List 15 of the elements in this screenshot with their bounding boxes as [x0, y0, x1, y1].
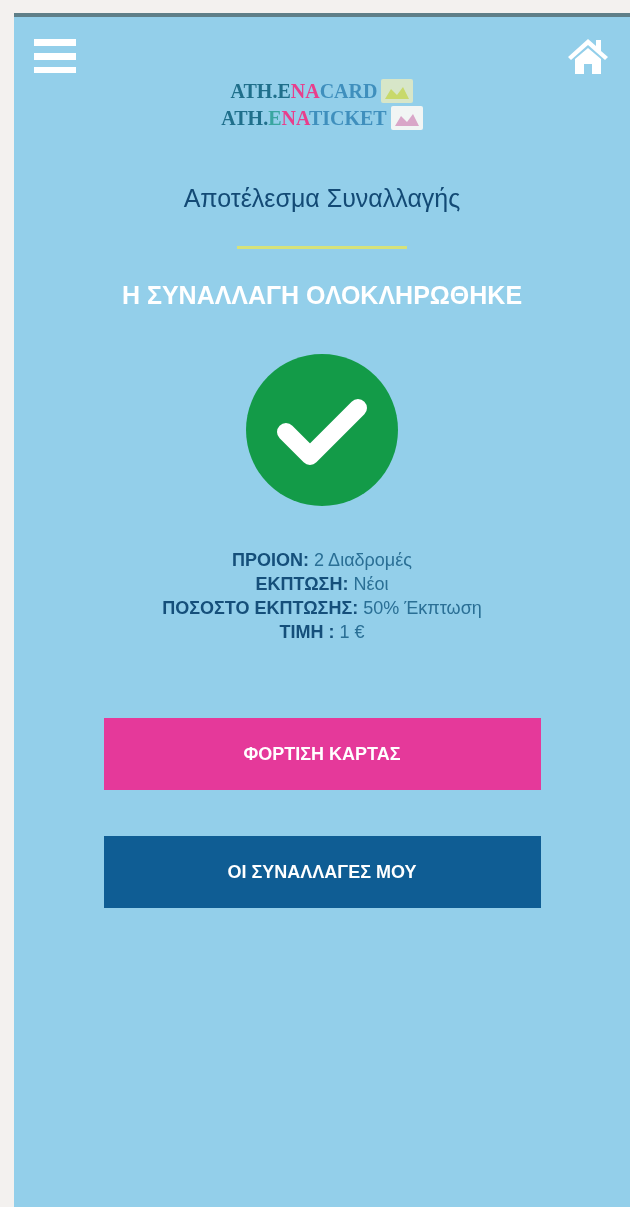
detail-line: ΕΚΠΤΩΣΗ: Νέοι	[255, 573, 389, 596]
home-icon[interactable]	[566, 37, 610, 75]
detail-line: ΠΟΣΟΣΤΟ ΕΚΠΤΩΣΗΣ: 50% Έκπτωση	[162, 597, 482, 620]
card-icon	[390, 106, 423, 130]
logo-text: ATH.ENACARD	[230, 80, 378, 102]
detail-line: ΠΡΟΙΟΝ: 2 Διαδρομές	[232, 549, 412, 572]
menu-icon[interactable]	[34, 37, 76, 73]
check-icon	[246, 354, 398, 506]
detail-line: ΤΙΜΗ : 1 €	[279, 621, 365, 644]
logo-text: ATH.ENATICKET	[221, 107, 387, 129]
action-button[interactable]: ΟΙ ΣΥΝΑΛΛΑΓΕΣ ΜΟΥ	[103, 836, 541, 908]
action-button[interactable]: ΦΟΡΤΙΣΗ ΚΑΡΤΑΣ	[103, 718, 541, 790]
card-icon	[381, 79, 414, 103]
page-title: Αποτέλεσμα Συναλλαγής	[183, 183, 461, 214]
status-heading: Η ΣΥΝΑΛΛΑΓΗ ΟΛΟΚΛΗΡΩΘΗΚΕ	[121, 279, 523, 311]
